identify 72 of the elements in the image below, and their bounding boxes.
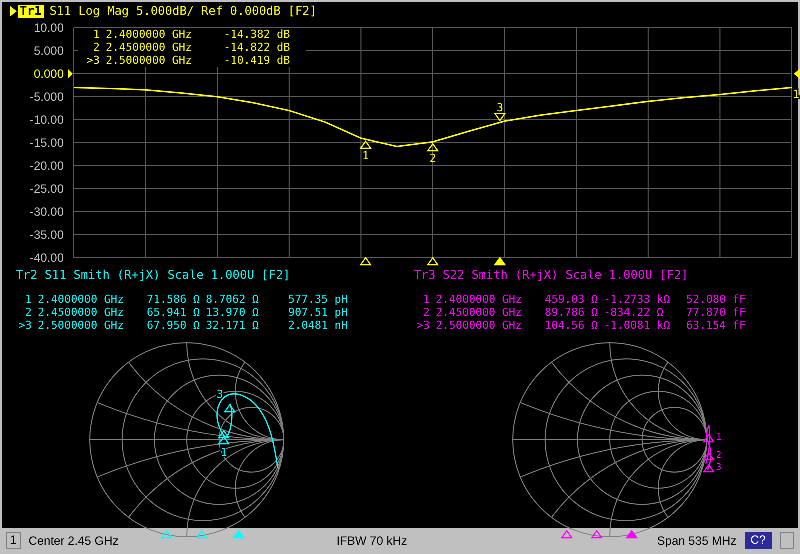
marker-number: >3: [86, 54, 100, 67]
smith-trace-line: [705, 425, 712, 470]
span-setting: Span 535 MHz: [657, 532, 737, 550]
marker-number: 2: [422, 306, 430, 319]
channel-number[interactable]: 1: [6, 532, 21, 549]
marker-number: >3: [18, 319, 32, 332]
marker-frequency: 2.4500000 GHz: [38, 306, 126, 319]
trace-title: Tr3 S22 Smith (R+jX) Scale 1.000U [F2]: [413, 267, 690, 283]
reference-arrow-icon: [794, 69, 800, 79]
reactance-value: 8.7062 Ω: [206, 293, 260, 306]
axis-label: 5.000: [34, 44, 64, 58]
marker-frequency: 2.4000000 GHz: [38, 293, 126, 306]
axis-label: -30.00: [30, 205, 64, 219]
equivalent-value: 63.154 fF: [685, 319, 746, 332]
help-button[interactable]: C?: [744, 532, 772, 549]
marker-number: 1: [92, 28, 100, 41]
marker-flag: 3: [494, 102, 506, 122]
axis-label: -15.00: [30, 136, 64, 150]
resistance-value: 71.586 Ω: [146, 293, 200, 306]
marker-frequency: 2.4000000 GHz: [436, 293, 524, 306]
axis-label: -25.00: [30, 182, 64, 196]
marker-flag: 3: [216, 388, 236, 413]
center-frequency: Center 2.45 GHz: [28, 532, 120, 550]
reactance-value: -834.22 Ω: [604, 306, 665, 319]
marker-frequency: 2.4500000 GHz: [436, 306, 524, 319]
resistance-value: 67.950 Ω: [146, 319, 200, 332]
marker-frequency: 2.4500000 GHz: [106, 41, 194, 54]
equivalent-value: 77.870 fF: [685, 306, 746, 319]
marker-number: 1: [422, 293, 430, 306]
marker-flag: 2: [426, 143, 440, 166]
marker-flag: 3: [702, 463, 722, 473]
axis-label: -20.00: [30, 159, 64, 173]
reactance-value: 32.171 Ω: [206, 319, 260, 332]
axis-label: -10.00: [30, 113, 64, 127]
equivalent-value: 907.51 pH: [287, 306, 348, 319]
axis-label: 0.000: [34, 67, 64, 81]
marker-flag: 1: [218, 436, 230, 459]
marker-value: -10.419 dB: [224, 54, 292, 67]
trace-title: S11 Log Mag 5.000dB/ Ref 0.000dB [F2]: [50, 4, 317, 18]
reference-arrow-icon: [68, 69, 73, 79]
trace-title: Tr2 S11 Smith (R+jX) Scale 1.000U [F2]: [15, 267, 292, 283]
ifbw-setting: IFBW 70 kHz: [336, 532, 408, 550]
axis-label: -35.00: [30, 228, 64, 242]
resistance-value: 89.786 Ω: [544, 306, 598, 319]
marker-value: -14.382 dB: [224, 28, 292, 41]
marker-frequency: 2.5000000 GHz: [38, 319, 126, 332]
marker-flag: 1: [702, 433, 722, 443]
reactance-value: -1.0081 kΩ: [604, 319, 672, 332]
marker-number: >3: [416, 319, 430, 332]
marker-value: -14.822 dB: [224, 41, 292, 54]
equivalent-value: 2.0481 nH: [287, 319, 348, 332]
resistance-value: 459.03 Ω: [544, 293, 598, 306]
marker-number: 2: [92, 41, 100, 54]
marker-flag: 1: [360, 140, 372, 162]
axis-label: 10.00: [34, 21, 64, 35]
marker-flag: 2: [702, 451, 722, 461]
marker-number: 1: [24, 293, 32, 306]
marker-frequency: 2.5000000 GHz: [436, 319, 524, 332]
marker-flag-icon: [218, 430, 230, 439]
reactance-value: -1.2733 kΩ: [604, 293, 672, 306]
resistance-value: 104.56 Ω: [544, 319, 598, 332]
axis-label: -5.000: [30, 90, 64, 104]
reactance-value: 13.970 Ω: [206, 306, 260, 319]
status-box: [780, 532, 794, 549]
marker-number: 2: [24, 306, 32, 319]
axis-label: -40.00: [30, 251, 64, 265]
resistance-value: 65.941 Ω: [146, 306, 200, 319]
triangle-icon: [10, 6, 17, 16]
marker-frequency: 2.5000000 GHz: [106, 54, 194, 67]
equivalent-value: 52.080 fF: [685, 293, 746, 306]
equivalent-value: 577.35 pH: [287, 293, 348, 306]
marker-frequency: 2.4000000 GHz: [106, 28, 194, 41]
